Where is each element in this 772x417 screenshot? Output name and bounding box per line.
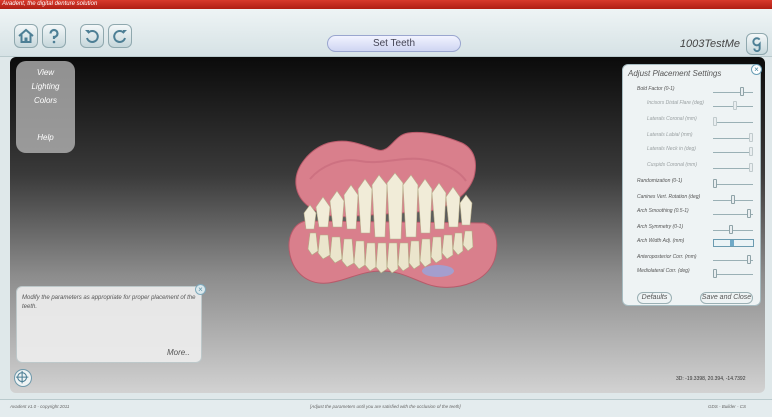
param-slider-knob[interactable] (740, 87, 744, 96)
param-row: Laterals Coronal (mm) (637, 115, 757, 127)
param-slider-track[interactable] (713, 230, 753, 231)
page-title: Set Teeth (327, 35, 461, 52)
param-slider-track[interactable] (713, 168, 753, 169)
param-row: Mediolateral Corr. (deg) (637, 267, 757, 279)
param-label: Arch Smoothing (0.5-1) (637, 208, 689, 214)
home-icon (18, 28, 34, 43)
status-bar: Avadent v1.0 - copyright 2011 [Adjust th… (0, 399, 772, 417)
param-label: Incisors Distal Flare (deg) (647, 100, 704, 106)
param-label: Laterals Labial (mm) (647, 132, 693, 138)
param-row: Arch Smoothing (0.5-1) (637, 207, 757, 219)
undo-icon (85, 30, 99, 43)
param-label: Laterals Neck in (deg) (647, 146, 696, 152)
param-slider-active[interactable] (713, 239, 754, 247)
navigation-compass-button[interactable] (14, 369, 32, 387)
menu-item-help[interactable]: Help (16, 133, 75, 142)
help-icon (49, 28, 59, 44)
param-slider-knob[interactable] (733, 101, 737, 110)
window-title: Avadent, the digital denture solution (2, 1, 98, 7)
status-build: GDS - Builder - CS (708, 404, 747, 409)
param-row: Cuspids Coronal (mm) (637, 161, 757, 173)
param-slider-knob[interactable] (749, 163, 753, 172)
param-slider-knob[interactable] (713, 117, 717, 126)
home-button[interactable] (14, 24, 38, 48)
param-slider-track[interactable] (713, 122, 753, 123)
compass-icon (15, 370, 29, 384)
param-label: Anteroposterior Corr. (mm) (637, 254, 697, 260)
menu-item-colors[interactable]: Colors (16, 96, 75, 105)
param-slider-track[interactable] (713, 184, 753, 185)
param-slider-knob[interactable] (713, 269, 717, 278)
param-slider-track[interactable] (713, 138, 753, 139)
undo-button[interactable] (80, 24, 104, 48)
param-row: Randomization (0-1) (637, 177, 757, 189)
help-button[interactable] (42, 24, 66, 48)
menu-item-lighting[interactable]: Lighting (16, 82, 75, 91)
param-slider-knob[interactable] (729, 225, 733, 234)
hint-box: × Modify the parameters as appropriate f… (16, 284, 206, 363)
param-label: Laterals Coronal (mm) (647, 116, 697, 122)
case-name: 1003TestMe (679, 38, 740, 50)
param-row: Arch Symmetry (0-1) (637, 223, 757, 235)
param-slider-knob[interactable] (749, 133, 753, 142)
hint-text: Modify the parameters as appropriate for… (22, 295, 196, 310)
param-slider-track[interactable] (713, 152, 753, 153)
defaults-button[interactable]: Defaults (637, 292, 672, 304)
logo-icon (752, 37, 761, 52)
param-slider-knob[interactable] (747, 255, 751, 264)
param-label: Canines Vert. Rotation (deg) (637, 194, 701, 200)
param-row: Arch Width Adj. (mm) (637, 237, 757, 249)
status-copyright: Avadent v1.0 - copyright 2011 (10, 404, 70, 409)
param-label: Bold Factor (0-1) (637, 86, 675, 92)
param-label: Randomization (0-1) (637, 178, 683, 184)
param-slider-knob[interactable] (747, 209, 751, 218)
param-slider-knob[interactable] (713, 179, 717, 188)
panel-close-button[interactable]: × (751, 64, 762, 75)
param-row: Incisors Distal Flare (deg) (637, 99, 757, 111)
main-toolbar: Set Teeth 1003TestMe (0, 9, 772, 57)
param-row: Bold Factor (0-1) (637, 85, 757, 97)
param-row: Canines Vert. Rotation (deg) (637, 193, 757, 205)
logo-button[interactable] (746, 33, 768, 55)
menu-item-view[interactable]: View (16, 68, 75, 77)
param-slider-track[interactable] (713, 274, 753, 275)
window-titlebar: Avadent, the digital denture solution (0, 0, 772, 9)
param-label: Arch Width Adj. (mm) (637, 238, 685, 244)
param-row: Laterals Neck in (deg) (637, 145, 757, 157)
hint-more-link[interactable]: More.. (167, 348, 190, 357)
param-row: Anteroposterior Corr. (mm) (637, 253, 757, 265)
panel-title: Adjust Placement Settings (628, 69, 722, 78)
param-slider-track[interactable] (713, 92, 753, 93)
param-slider-knob[interactable] (731, 195, 735, 204)
redo-button[interactable] (108, 24, 132, 48)
coordinates-readout: 3D: -19.3398, 20.394, -14.7392 (676, 376, 746, 382)
left-menu: View Lighting Colors Help (16, 61, 75, 153)
param-label: Mediolateral Corr. (deg) (637, 268, 690, 274)
adjust-placement-panel: Adjust Placement Settings × Bold Factor … (622, 64, 762, 306)
param-label: Arch Symmetry (0-1) (637, 224, 684, 230)
save-and-close-button[interactable]: Save and Close (700, 292, 753, 304)
param-label: Cuspids Coronal (mm) (647, 162, 698, 168)
param-slider-knob[interactable] (749, 147, 753, 156)
status-message: [Adjust the parameters until you are sat… (310, 404, 461, 409)
param-row: Laterals Labial (mm) (637, 131, 757, 143)
redo-icon (113, 30, 127, 43)
